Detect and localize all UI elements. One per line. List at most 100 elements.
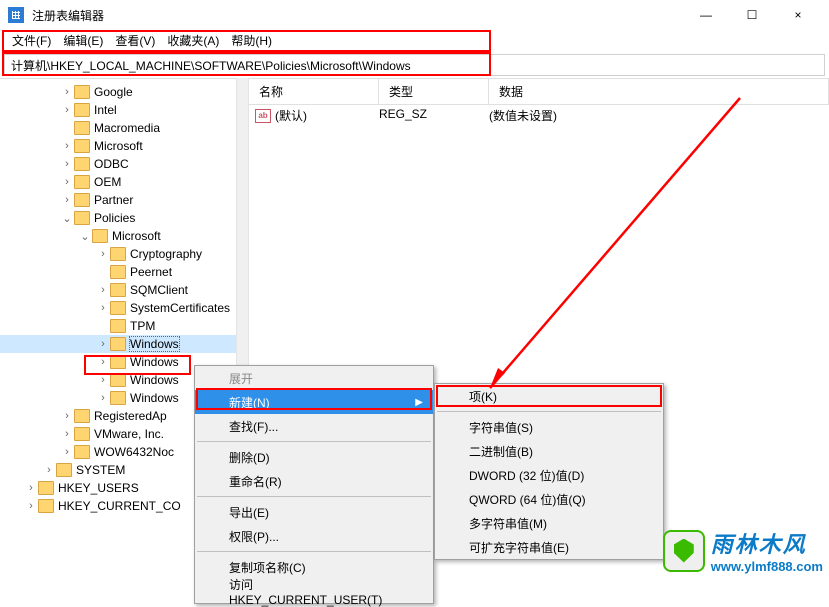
context-menu[interactable]: 展开新建(N)▶查找(F)... 删除(D)重命名(R) 导出(E)权限(P)...… — [194, 365, 434, 604]
string-icon: ab — [255, 109, 271, 123]
address-bar[interactable]: 计算机\HKEY_LOCAL_MACHINE\SOFTWARE\Policies… — [4, 54, 825, 76]
expand-icon[interactable]: › — [96, 392, 110, 404]
expand-icon[interactable]: › — [42, 464, 56, 476]
menu-item[interactable]: 字符串值(S) — [435, 415, 663, 439]
menu-separator — [197, 496, 431, 497]
tree-node[interactable]: › Partner — [0, 191, 248, 209]
folder-icon — [110, 283, 126, 297]
tree-node[interactable]: Macromedia — [0, 119, 248, 137]
menu-view[interactable]: 查看(V) — [109, 30, 161, 51]
expand-icon[interactable]: › — [60, 428, 74, 440]
folder-icon — [74, 139, 90, 153]
tree-node[interactable]: ⌄Microsoft — [0, 227, 248, 245]
folder-icon — [74, 427, 90, 441]
tree-node[interactable]: ⌄Policies — [0, 209, 248, 227]
tree-label: ODBC — [94, 157, 129, 171]
tree-label: RegisteredAp — [94, 409, 167, 423]
expand-icon[interactable]: › — [24, 482, 38, 494]
submenu-arrow-icon: ▶ — [415, 397, 423, 408]
watermark-url: www.ylmf888.com — [711, 559, 823, 574]
expand-icon[interactable]: › — [96, 338, 110, 350]
tree-label: Partner — [94, 193, 133, 207]
tree-node[interactable]: ›Google — [0, 83, 248, 101]
menu-item[interactable]: 多字符串值(M) — [435, 511, 663, 535]
menu-item[interactable]: 项(K) — [435, 384, 663, 408]
expand-icon[interactable]: › — [60, 410, 74, 422]
expand-icon[interactable]: › — [60, 86, 74, 98]
folder-icon — [38, 481, 54, 495]
tree-label: Microsoft — [94, 139, 143, 153]
tree-node[interactable]: › Microsoft — [0, 137, 248, 155]
expand-icon[interactable]: › — [24, 500, 38, 512]
expand-icon[interactable]: › — [96, 248, 110, 260]
menu-item[interactable]: 可扩充字符串值(E) — [435, 535, 663, 559]
expand-icon[interactable]: ⌄ — [78, 230, 92, 243]
folder-icon — [74, 157, 90, 171]
tree-label: HKEY_CURRENT_CO — [58, 499, 181, 513]
col-type[interactable]: 类型 — [379, 79, 489, 104]
col-name[interactable]: 名称 — [249, 79, 379, 104]
expand-icon[interactable]: › — [60, 176, 74, 188]
list-row[interactable]: ab(默认) REG_SZ (数值未设置) — [249, 105, 829, 126]
expand-icon[interactable]: ⌄ — [60, 212, 74, 225]
menu-item[interactable]: 新建(N)▶ — [195, 390, 433, 414]
value-data: (数值未设置) — [489, 107, 829, 124]
expand-icon[interactable]: › — [96, 284, 110, 296]
menu-item[interactable]: 删除(D) — [195, 445, 433, 469]
tree-node[interactable]: ›Windows — [0, 335, 248, 353]
folder-icon — [74, 103, 90, 117]
expand-icon[interactable]: › — [96, 356, 110, 368]
expand-icon[interactable]: › — [60, 104, 74, 116]
tree-node[interactable]: ›SystemCertificates — [0, 299, 248, 317]
expand-icon[interactable]: › — [96, 374, 110, 386]
tree-node[interactable]: ›SQMClient — [0, 281, 248, 299]
menu-item[interactable]: QWORD (64 位)值(Q) — [435, 487, 663, 511]
folder-icon — [110, 355, 126, 369]
maximize-button[interactable]: ☐ — [729, 0, 775, 30]
submenu-new[interactable]: 项(K) 字符串值(S)二进制值(B)DWORD (32 位)值(D)QWORD … — [434, 383, 664, 560]
menu-item[interactable]: 重命名(R) — [195, 469, 433, 493]
folder-icon — [110, 373, 126, 387]
menu-item[interactable]: 二进制值(B) — [435, 439, 663, 463]
tree-node[interactable]: TPM — [0, 317, 248, 335]
menu-separator — [197, 441, 431, 442]
window-buttons: — ☐ × — [683, 0, 821, 30]
menu-file[interactable]: 文件(F) — [6, 30, 57, 51]
watermark: 雨林木风 www.ylmf888.com — [663, 527, 823, 574]
menu-favorites[interactable]: 收藏夹(A) — [161, 30, 225, 51]
expand-icon[interactable]: › — [60, 158, 74, 170]
list-header: 名称 类型 数据 — [249, 79, 829, 105]
tree-node[interactable]: ›Intel — [0, 101, 248, 119]
tree-label: VMware, Inc. — [94, 427, 164, 441]
regedit-icon — [8, 7, 24, 23]
folder-icon — [92, 229, 108, 243]
menu-item[interactable]: 访问 HKEY_CURRENT_USER(T) — [195, 579, 433, 603]
tree-node[interactable]: › OEM — [0, 173, 248, 191]
minimize-button[interactable]: — — [683, 0, 729, 30]
folder-icon — [74, 121, 90, 135]
tree-label: Windows — [130, 355, 179, 369]
tree-label: OEM — [94, 175, 121, 189]
folder-icon — [74, 193, 90, 207]
menu-item[interactable]: 导出(E) — [195, 500, 433, 524]
folder-icon — [110, 265, 126, 279]
tree-label: Macromedia — [94, 121, 160, 135]
menu-help[interactable]: 帮助(H) — [225, 30, 278, 51]
tree-node[interactable]: › ODBC — [0, 155, 248, 173]
menu-item[interactable]: 权限(P)... — [195, 524, 433, 548]
menu-item[interactable]: 查找(F)... — [195, 414, 433, 438]
menu-bar: 文件(F) 编辑(E) 查看(V) 收藏夹(A) 帮助(H) — [0, 30, 829, 52]
expand-icon[interactable]: › — [96, 302, 110, 314]
menu-item[interactable]: DWORD (32 位)值(D) — [435, 463, 663, 487]
folder-icon — [110, 301, 126, 315]
menu-item: 展开 — [195, 366, 433, 390]
expand-icon[interactable]: › — [60, 446, 74, 458]
tree-node[interactable]: ›Cryptography — [0, 245, 248, 263]
col-data[interactable]: 数据 — [489, 79, 829, 104]
close-button[interactable]: × — [775, 0, 821, 30]
expand-icon[interactable]: › — [60, 140, 74, 152]
expand-icon[interactable]: › — [60, 194, 74, 206]
tree-label: Windows — [130, 373, 179, 387]
tree-node[interactable]: Peernet — [0, 263, 248, 281]
menu-edit[interactable]: 编辑(E) — [57, 30, 109, 51]
